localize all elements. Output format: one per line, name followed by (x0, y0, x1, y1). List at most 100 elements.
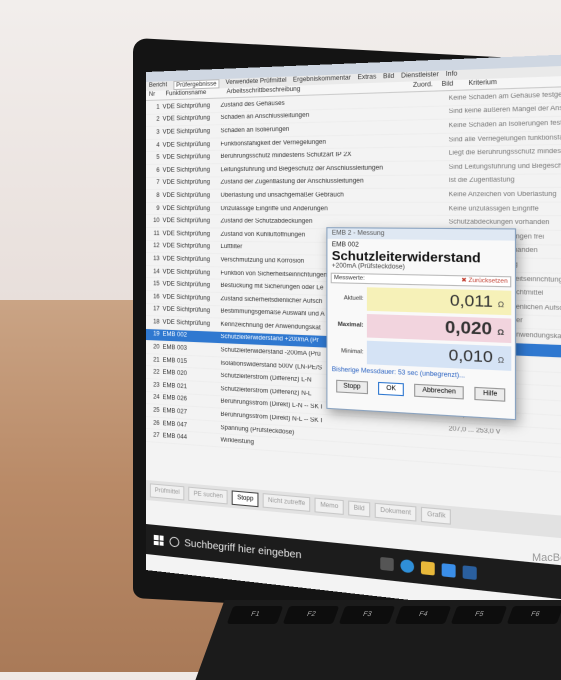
row-description: Leitungsführung und Biegeschutz der Ansc… (220, 165, 402, 173)
row-criterion: Keine Schäden an Isolierungen festgestel… (449, 119, 561, 129)
maximum-unit: Ω (497, 329, 504, 337)
minimum-label: Minimal: (331, 348, 367, 356)
row-number: 18 (146, 319, 163, 326)
app-icon[interactable] (462, 565, 476, 580)
minimum-unit: Ω (498, 357, 504, 365)
row-category: VDE Sichtprüfung (163, 256, 221, 263)
header-funktionsname[interactable]: Funktionsname (163, 88, 224, 99)
row-number: 24 (146, 394, 163, 401)
header-kriterium[interactable]: Kriterium (465, 78, 497, 89)
row-description: Unzulässige Eingriffe und Änderungen (220, 206, 402, 212)
reset-button[interactable]: ✖ Zurücksetzen (461, 277, 507, 285)
windows-start-icon[interactable] (154, 535, 164, 546)
row-number: 7 (146, 180, 163, 186)
row-criterion (449, 457, 561, 469)
toolbar-button[interactable]: PE suchen (189, 487, 228, 505)
browser-icon[interactable] (400, 559, 414, 573)
row-criterion: Sind keine äußeren Mängel der Anschlussl… (449, 105, 561, 116)
store-icon[interactable] (441, 563, 455, 578)
header-nr[interactable]: Nr (146, 90, 163, 100)
function-key[interactable]: F2 (283, 606, 340, 624)
maximum-label: Maximal: (331, 321, 367, 329)
table-row[interactable]: 8VDE SichtprüfungÜberlastung und unsachg… (146, 188, 561, 203)
minimum-value: 0,010 (449, 346, 493, 367)
row-category: VDE Sichtprüfung (163, 294, 221, 302)
row-criterion: Sind Leitungsführung und Biegeschutz (449, 162, 561, 170)
row-category: EMB 027 (163, 408, 221, 418)
row-number: 19 (146, 331, 163, 338)
row-category: VDE Sichtprüfung (163, 307, 221, 315)
row-criterion: Keine Anzeichen von Überlastung (449, 191, 561, 198)
row-category: EMB 003 (163, 345, 221, 354)
row-criterion: Liegt die Berührungsschutz mindestens (449, 148, 561, 157)
laptop-brand: MacBo (532, 552, 561, 564)
toolbar-button[interactable]: Bild (348, 500, 370, 517)
function-key[interactable]: F4 (395, 606, 452, 624)
function-key[interactable]: F1 (227, 606, 284, 624)
row-category: VDE Sichtprüfung (163, 218, 221, 224)
row-number: 4 (146, 142, 163, 148)
taskbar-search[interactable]: Suchbegriff hier eingeben (169, 536, 301, 561)
row-description: Zustand der Zugentlastung der Anschlussl… (220, 178, 402, 186)
function-key[interactable]: F5 (451, 606, 508, 624)
row-description: Zustand der Schutzabdeckungen (220, 218, 402, 225)
function-key[interactable]: F6 (507, 606, 561, 624)
toolbar-button[interactable]: Stopp (232, 490, 258, 507)
row-number: 10 (146, 218, 163, 224)
row-category: VDE Sichtprüfung (163, 102, 221, 110)
task-view-icon[interactable] (380, 557, 393, 571)
menu-bild[interactable]: Bild (383, 72, 394, 82)
row-number: 17 (146, 306, 163, 313)
row-category: EMB 015 (163, 357, 221, 366)
row-result (403, 440, 449, 443)
row-number: 14 (146, 269, 163, 275)
row-result (403, 112, 449, 113)
row-category: VDE Sichtprüfung (163, 128, 221, 135)
row-number: 20 (146, 344, 163, 351)
row-number: 12 (146, 243, 163, 249)
row-result (403, 99, 449, 100)
toolbar-button[interactable]: Grafik (421, 507, 451, 525)
row-number: 6 (146, 168, 163, 174)
row-category: VDE Sichtprüfung (163, 231, 221, 238)
row-number: 15 (146, 281, 163, 287)
header-bild[interactable]: Bild (438, 80, 465, 91)
row-result (403, 126, 449, 127)
row-category: VDE Sichtprüfung (163, 141, 221, 148)
row-category: EMB 044 (163, 433, 221, 443)
toolbar-button[interactable]: Memo (315, 498, 344, 515)
hilfe-button[interactable]: Hilfe (475, 387, 506, 402)
row-number: 21 (146, 357, 163, 364)
header-zuord[interactable]: Zuord. (410, 81, 439, 92)
row-number: 9 (146, 206, 163, 212)
toolbar-button[interactable]: Dokument (375, 503, 417, 522)
row-category: VDE Sichtprüfung (163, 180, 221, 186)
row-category: VDE Sichtprüfung (163, 244, 221, 251)
row-category: VDE Sichtprüfung (163, 115, 221, 123)
row-number: 22 (146, 369, 163, 376)
row-number: 5 (146, 155, 163, 161)
messwerte-label: Messwerte: (334, 275, 365, 282)
measurement-maximum: Maximal: 0,020 Ω (331, 313, 512, 343)
row-description: Schäden an Isolierungen (220, 124, 402, 134)
row-category: VDE Sichtprüfung (163, 269, 221, 276)
toolbar-button[interactable]: Nicht zutreffe (263, 493, 311, 512)
row-category: EMB 021 (163, 383, 221, 392)
function-key[interactable]: F3 (339, 606, 396, 624)
stopp-button[interactable]: Stopp (336, 380, 369, 395)
current-value: 0,011 (450, 291, 493, 311)
ok-button[interactable]: OK (378, 382, 403, 396)
row-number: 27 (146, 432, 163, 439)
menu-info[interactable]: Info (446, 70, 458, 80)
toolbar-button[interactable]: Prüfmittel (150, 483, 185, 500)
current-value-box: 0,011 Ω (367, 287, 511, 315)
abbrechen-button[interactable]: Abbrechen (414, 384, 464, 400)
row-criterion: Schutzabdeckungen vorhanden (449, 219, 561, 227)
search-icon (169, 536, 179, 547)
row-result (403, 140, 449, 141)
current-unit: Ω (498, 301, 504, 309)
taskbar-search-placeholder: Suchbegriff hier eingeben (184, 537, 301, 561)
folder-icon[interactable] (421, 561, 435, 575)
row-category: VDE Sichtprüfung (163, 193, 221, 199)
row-number: 26 (146, 420, 163, 427)
